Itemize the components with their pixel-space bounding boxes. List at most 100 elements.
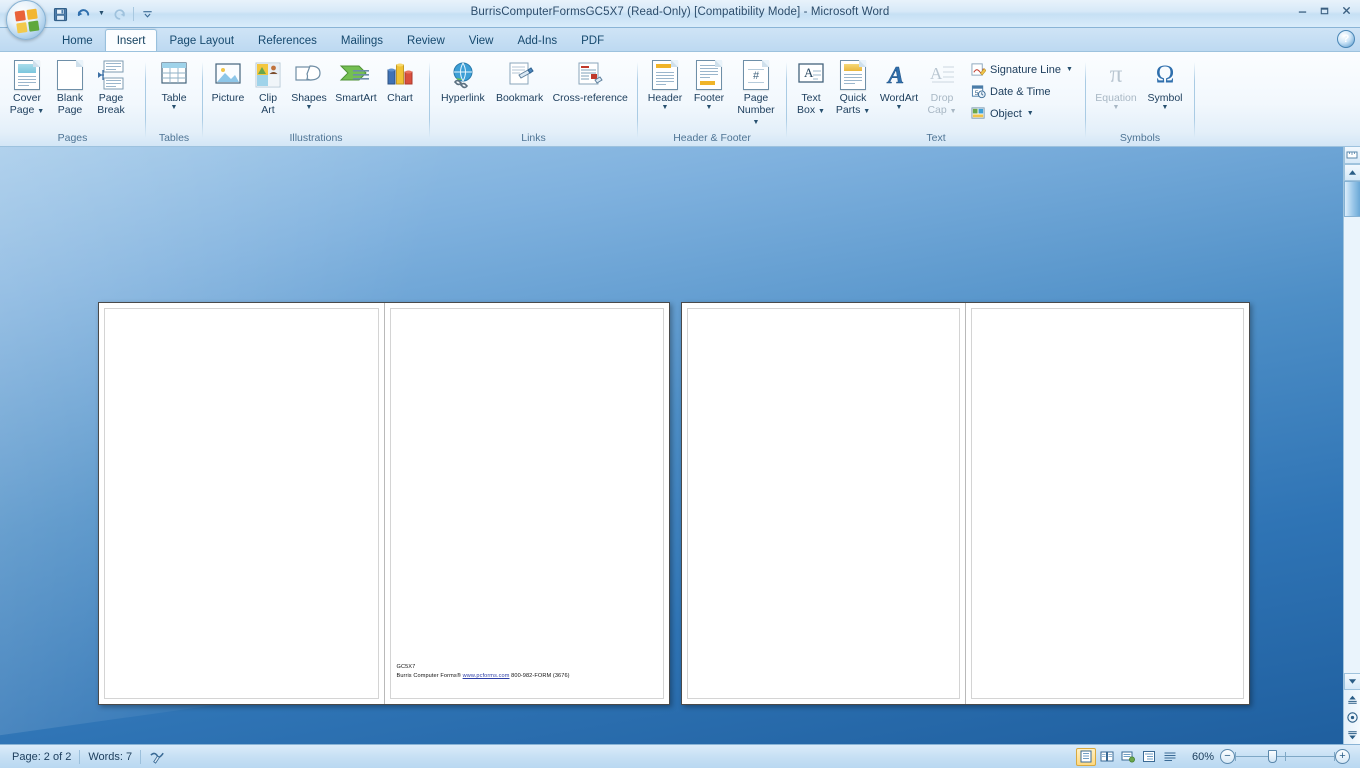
smartart-glyph <box>339 65 369 81</box>
select-browse-object-button[interactable] <box>1345 708 1360 726</box>
zoom-in-button[interactable]: + <box>1335 749 1350 764</box>
tab-home[interactable]: Home <box>50 29 105 51</box>
zoom-slider-handle[interactable] <box>1268 750 1277 763</box>
bookmark-label: Bookmark <box>495 92 544 104</box>
page-indicator[interactable]: Page: 2 of 2 <box>4 747 79 767</box>
shapes-button[interactable]: Shapes ▼ <box>287 56 331 112</box>
clip-art-icon <box>254 59 282 91</box>
text-box-button[interactable]: A Text Box ▼ <box>791 56 831 117</box>
page-break-icon <box>97 59 125 91</box>
page-break-button[interactable]: Page Break <box>90 56 132 117</box>
undo-button[interactable] <box>73 4 94 24</box>
ribbon-group-text: A Text Box ▼ Quick Parts ▼ A WordArt ▼ A… <box>787 54 1085 145</box>
footer-button[interactable]: Footer ▼ <box>687 56 731 112</box>
minimize-button[interactable] <box>1292 1 1313 19</box>
chart-button[interactable]: Chart <box>381 56 419 106</box>
zoom-track[interactable] <box>1235 749 1335 764</box>
office-button[interactable] <box>6 0 46 40</box>
text-box-icon: A <box>796 59 826 91</box>
symbol-button[interactable]: Ω Symbol ▼ <box>1141 56 1189 112</box>
cover-page-icon <box>14 59 40 91</box>
redo-button[interactable] <box>109 4 130 24</box>
document-page-left[interactable] <box>99 303 384 704</box>
hyperlink-button[interactable]: Hyperlink <box>434 56 492 106</box>
wordart-button[interactable]: A WordArt ▼ <box>875 56 923 112</box>
view-draft-button[interactable] <box>1160 748 1180 766</box>
next-page-button[interactable] <box>1345 726 1360 744</box>
quick-access-toolbar: ▼ <box>50 4 158 24</box>
tab-review[interactable]: Review <box>395 29 457 51</box>
tab-view[interactable]: View <box>457 29 506 51</box>
vertical-scrollbar[interactable] <box>1343 147 1360 744</box>
proofing-status-button[interactable] <box>141 747 174 767</box>
scrollbar-track[interactable] <box>1343 181 1360 673</box>
undo-dropdown-button[interactable]: ▼ <box>96 4 107 24</box>
document-canvas[interactable]: GC5X7 Burris Computer Forms® www.pcforms… <box>0 147 1360 744</box>
tab-add-ins[interactable]: Add-Ins <box>505 29 569 51</box>
help-icon[interactable]: ? <box>1337 30 1355 48</box>
document-page-right[interactable]: GC5X7 Burris Computer Forms® www.pcforms… <box>384 303 669 704</box>
word-count-indicator[interactable]: Words: 7 <box>80 747 140 767</box>
group-label-tables: Tables <box>158 132 190 144</box>
page-number-button[interactable]: # Page Number ▼ <box>731 56 781 129</box>
svg-text:A: A <box>930 64 943 83</box>
cross-reference-button[interactable]: Cross-reference <box>547 56 633 106</box>
header-button[interactable]: Header ▼ <box>643 56 687 112</box>
tab-insert[interactable]: Insert <box>104 29 158 51</box>
tab-mailings[interactable]: Mailings <box>329 29 395 51</box>
date-time-button[interactable]: 5 Date & Time <box>965 81 1078 102</box>
drop-cap-button: A Drop Cap ▼ <box>923 56 961 117</box>
zoom-slider[interactable]: − + <box>1220 749 1356 764</box>
bookmark-glyph <box>509 62 534 85</box>
scroll-up-button[interactable] <box>1343 164 1360 181</box>
smartart-label: SmartArt <box>335 92 377 104</box>
close-button[interactable] <box>1336 1 1357 19</box>
cover-page-button[interactable]: Cover Page ▼ <box>4 56 50 117</box>
date-time-label: Date & Time <box>990 85 1051 98</box>
scrollbar-thumb[interactable] <box>1343 181 1360 217</box>
smartart-button[interactable]: SmartArt <box>331 56 381 106</box>
ribbon-group-links: Hyperlink Bookmark Cross-reference Links <box>430 54 637 145</box>
signature-line-button[interactable]: Signature Line ▼ <box>965 59 1078 80</box>
page-spread-2[interactable] <box>681 302 1250 705</box>
globe-link-glyph <box>453 62 473 89</box>
customize-qat-button[interactable] <box>137 4 158 24</box>
view-full-screen-reading-button[interactable] <box>1097 748 1117 766</box>
previous-page-button[interactable] <box>1345 690 1360 708</box>
next-page-icon <box>1347 730 1357 739</box>
document-website-link[interactable]: www.pcforms.com <box>463 673 510 679</box>
document-page-left[interactable] <box>682 303 965 704</box>
qat-separator <box>133 7 134 21</box>
object-button[interactable]: Object ▼ <box>965 103 1078 124</box>
clip-art-button[interactable]: Clip Art <box>249 56 287 117</box>
scroll-down-button[interactable] <box>1343 673 1360 690</box>
table-button[interactable]: Table ▼ <box>152 56 196 112</box>
save-icon <box>53 7 68 21</box>
tab-pdf[interactable]: PDF <box>569 29 616 51</box>
picture-button[interactable]: Picture <box>207 56 249 106</box>
clip-art-glyph <box>255 62 281 88</box>
window-controls <box>1292 1 1357 19</box>
footer-label: Footer <box>693 92 725 104</box>
view-outline-button[interactable] <box>1139 748 1159 766</box>
view-ruler-button[interactable] <box>1343 147 1360 164</box>
page-spread-1[interactable]: GC5X7 Burris Computer Forms® www.pcforms… <box>98 302 670 705</box>
document-page-right[interactable] <box>966 303 1249 704</box>
symbol-icon: Ω <box>1155 61 1175 88</box>
quick-parts-button[interactable]: Quick Parts ▼ <box>831 56 875 117</box>
view-print-layout-button[interactable] <box>1075 747 1096 766</box>
close-icon <box>1343 6 1350 14</box>
customize-qat-icon <box>143 10 152 18</box>
zoom-level-label[interactable]: 60% <box>1186 751 1220 763</box>
restore-button[interactable] <box>1314 1 1335 19</box>
view-web-layout-button[interactable] <box>1118 748 1138 766</box>
tab-page-layout[interactable]: Page Layout <box>157 29 246 51</box>
arrow-down-icon <box>1348 679 1356 684</box>
bookmark-button[interactable]: Bookmark <box>492 56 548 106</box>
zoom-out-button[interactable]: − <box>1220 749 1235 764</box>
chevron-down-icon: ▼ <box>37 107 45 115</box>
tab-references[interactable]: References <box>246 29 329 51</box>
arrow-up-icon <box>1348 170 1356 175</box>
blank-page-button[interactable]: Blank Page <box>50 56 90 117</box>
save-button[interactable] <box>50 4 71 24</box>
